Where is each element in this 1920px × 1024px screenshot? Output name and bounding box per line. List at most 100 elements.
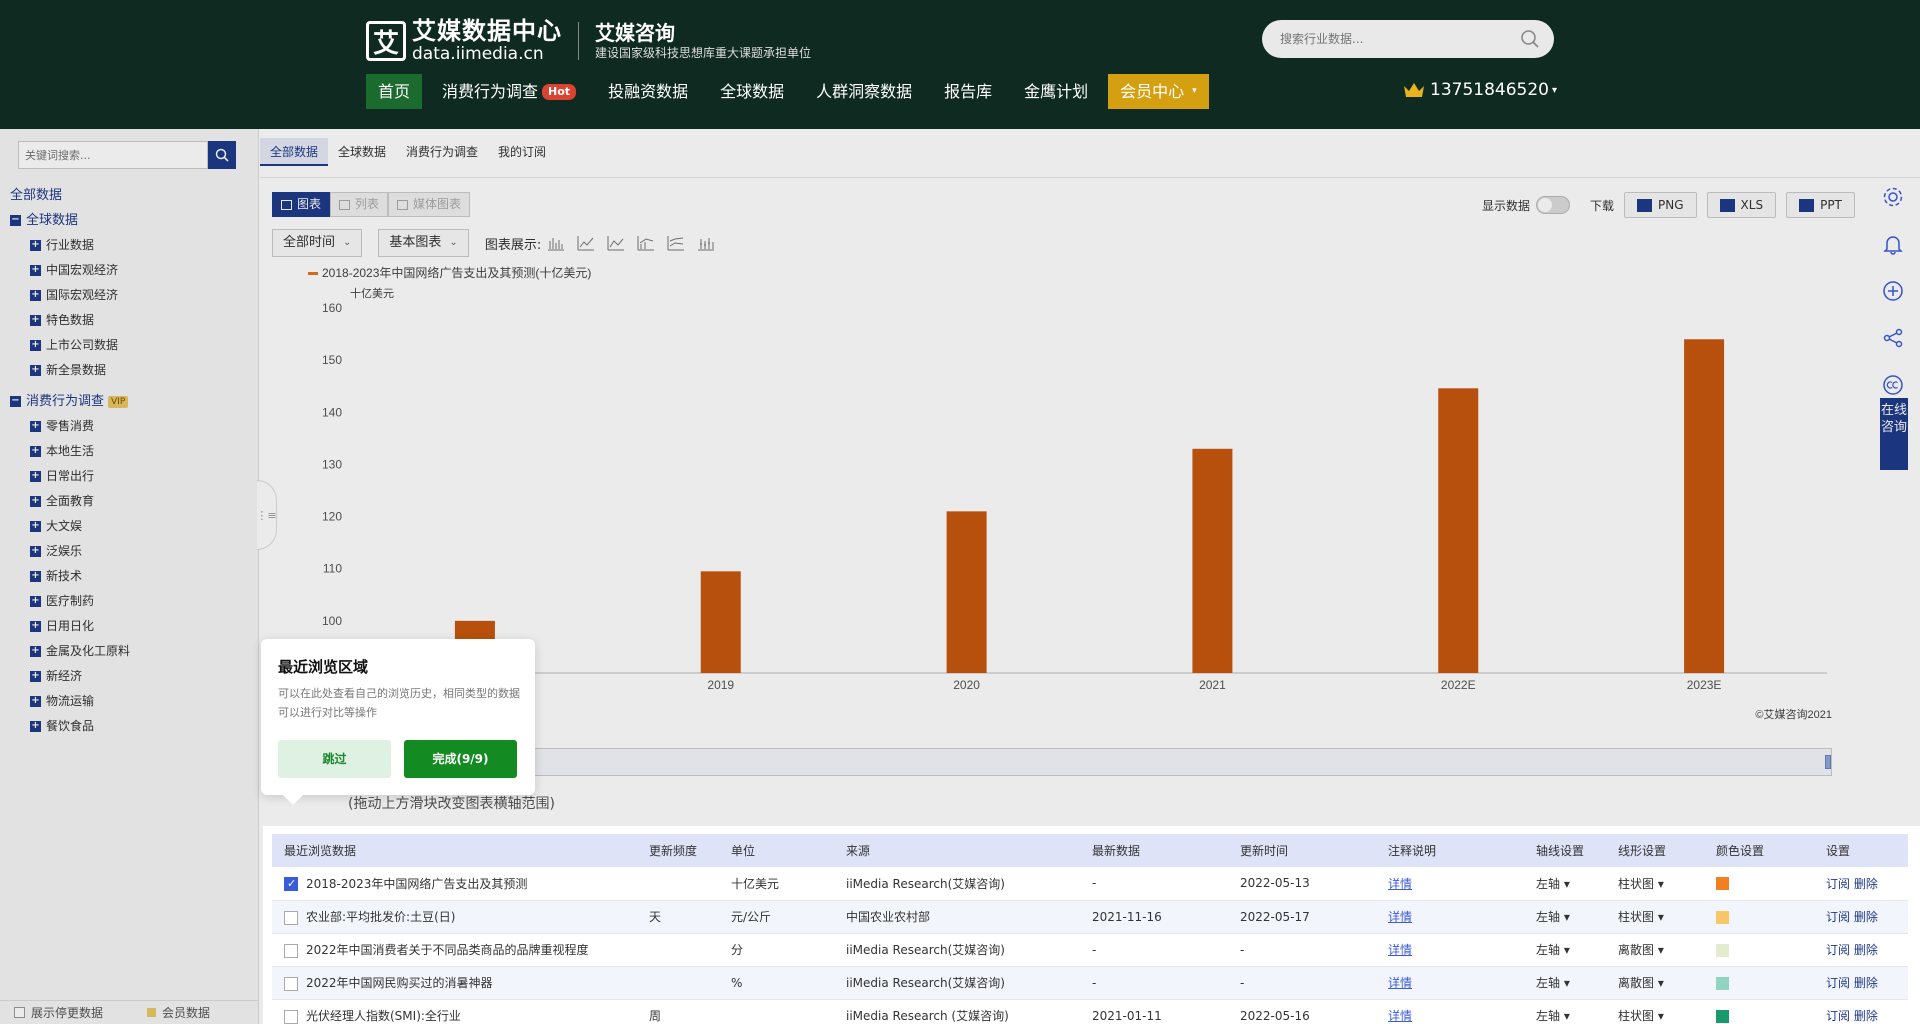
shape-select[interactable]: 离散图 ▾ [1606,933,1704,967]
expand-icon[interactable]: + [30,290,41,301]
download-ppt-button[interactable]: PPT [1786,192,1855,218]
row-actions[interactable]: 订阅 删除 [1826,943,1878,957]
stacked-bar-icon[interactable] [697,235,715,251]
nav-golden-eagle[interactable]: 金鹰计划 [1012,74,1100,109]
expand-icon[interactable]: + [30,240,41,251]
sidebar-search-button[interactable] [208,141,236,169]
bar[interactable] [700,571,741,673]
table-row[interactable]: 农业部:平均批发价:土豆(日) 天元/公斤 中国农业农村部 2021-11-16 202… [272,900,1908,934]
line-chart-icon[interactable] [577,235,595,251]
tree-item[interactable]: + 新全景数据 [10,358,255,383]
expand-icon[interactable]: + [30,621,41,632]
shape-select[interactable]: 柱状图 ▾ [1606,900,1704,934]
search-icon[interactable] [1520,29,1540,49]
tree-item[interactable]: + 行业数据 [10,233,255,258]
table-row[interactable]: 2022年中国网民购买过的消暑神器% iiMedia Research(艾媒咨询)… [272,966,1908,1000]
expand-icon[interactable]: + [30,446,41,457]
tree-root-all[interactable]: 全部数据 [10,184,255,208]
tree-item[interactable]: + 大文娱 [10,514,255,539]
table-row[interactable]: 光伏经理人指数(SMI):全行业 周 iiMedia Research (艾媒咨询)… [272,999,1908,1024]
row-checkbox[interactable] [284,976,298,991]
tab-global-data[interactable]: 全球数据 [328,138,396,166]
expand-icon[interactable]: + [30,265,41,276]
expand-icon[interactable]: + [30,496,41,507]
bar[interactable] [946,511,987,673]
expand-icon[interactable]: + [30,696,41,707]
expand-icon[interactable]: + [30,315,41,326]
expand-icon[interactable]: + [30,646,41,657]
online-consult-button[interactable]: 在线咨询 [1880,398,1908,470]
expand-icon[interactable]: + [30,546,41,557]
expand-icon[interactable]: + [30,521,41,532]
row-checkbox[interactable] [284,943,298,958]
tree-item[interactable]: + 泛娱乐 [10,539,255,564]
nav-consumer-survey[interactable]: 消费行为调查 Hot [430,74,588,109]
top-search-box[interactable] [1262,20,1554,58]
axis-select[interactable]: 左轴 ▾ [1524,999,1606,1024]
chart-kind-select[interactable]: 基本图表 ⌄ [378,229,469,257]
bell-icon[interactable] [1882,233,1904,255]
table-row[interactable]: 2022年中国消费者关于不同品类商品的品牌重视程度 分 iiMedia Resear… [272,933,1908,967]
sidebar-collapse-handle[interactable]: ⋮≡ [256,480,277,550]
color-swatch[interactable] [1716,976,1729,990]
nav-report-library[interactable]: 报告库 [932,74,1004,109]
nav-home[interactable]: 首页 [366,74,423,109]
tree-item[interactable]: + 金属及化工原料 [10,639,255,664]
color-swatch[interactable] [1716,910,1729,924]
done-button[interactable]: 完成(9/9) [404,740,517,778]
tree-item[interactable]: + 日用日化 [10,614,255,639]
copyright-icon[interactable] [1882,374,1904,396]
color-swatch[interactable] [1716,943,1729,957]
time-range-select[interactable]: 全部时间 ⌄ [272,229,363,257]
view-chart-button[interactable]: 图表 [272,192,331,217]
collapse-icon[interactable]: − [10,215,21,226]
nav-crowd-insight[interactable]: 人群洞察数据 [804,74,924,109]
nav-member-center[interactable]: 会员中心 ▾ [1108,74,1209,109]
color-swatch[interactable] [1716,1009,1729,1023]
details-link[interactable]: 详情 [1388,1009,1412,1023]
tree-item[interactable]: + 特色数据 [10,308,255,333]
tree-group[interactable]: − 全球数据 [10,208,255,233]
row-actions[interactable]: 订阅 删除 [1826,1009,1878,1023]
tree-item[interactable]: + 日常出行 [10,464,255,489]
tab-my-subscriptions[interactable]: 我的订阅 [488,138,556,166]
expand-icon[interactable]: + [30,596,41,607]
row-actions[interactable]: 订阅 删除 [1826,976,1878,990]
row-checkbox[interactable] [284,910,298,925]
expand-icon[interactable]: + [30,471,41,482]
collapse-icon[interactable]: − [10,396,21,407]
shape-select[interactable]: 柱状图 ▾ [1606,867,1704,901]
add-icon[interactable] [1882,280,1904,302]
tree-item[interactable]: + 零售消费 [10,414,255,439]
site-logo[interactable]: 艾 艾媒数据中心 data.iimedia.cn 艾媒咨询 建设国家级科技思想库… [366,18,811,64]
settings-icon[interactable] [1882,186,1904,208]
color-swatch[interactable] [1716,877,1729,891]
tree-item[interactable]: + 本地生活 [10,439,255,464]
share-icon[interactable] [1882,327,1904,349]
slider-handle[interactable] [1825,755,1831,769]
row-actions[interactable]: 订阅 删除 [1826,877,1878,891]
expand-icon[interactable]: + [30,671,41,682]
user-menu[interactable]: 13751846520 ▾ [1402,80,1557,100]
bar-chart-icon[interactable] [547,235,565,251]
tree-item[interactable]: + 中国宏观经济 [10,258,255,283]
nav-global-data[interactable]: 全球数据 [708,74,796,109]
combo-chart-icon[interactable] [637,235,655,251]
view-media-chart-button[interactable]: 媒体图表 [388,192,471,217]
bar[interactable] [1192,448,1233,673]
axis-select[interactable]: 左轴 ▾ [1524,966,1606,1000]
download-xls-button[interactable]: XLS [1706,192,1777,218]
tree-item[interactable]: + 全面教育 [10,489,255,514]
axis-select[interactable]: 左轴 ▾ [1524,900,1606,934]
tree-item[interactable]: + 物流运输 [10,689,255,714]
shape-select[interactable]: 离散图 ▾ [1606,966,1704,1000]
row-actions[interactable]: 订阅 删除 [1826,910,1878,924]
expand-icon[interactable]: + [30,421,41,432]
axis-select[interactable]: 左轴 ▾ [1524,867,1606,901]
skip-button[interactable]: 跳过 [278,740,391,778]
tree-item[interactable]: + 上市公司数据 [10,333,255,358]
stacked-line-icon[interactable] [667,235,685,251]
nav-investment[interactable]: 投融资数据 [596,74,700,109]
shape-select[interactable]: 柱状图 ▾ [1606,999,1704,1024]
sidebar-search-input[interactable] [18,141,208,169]
